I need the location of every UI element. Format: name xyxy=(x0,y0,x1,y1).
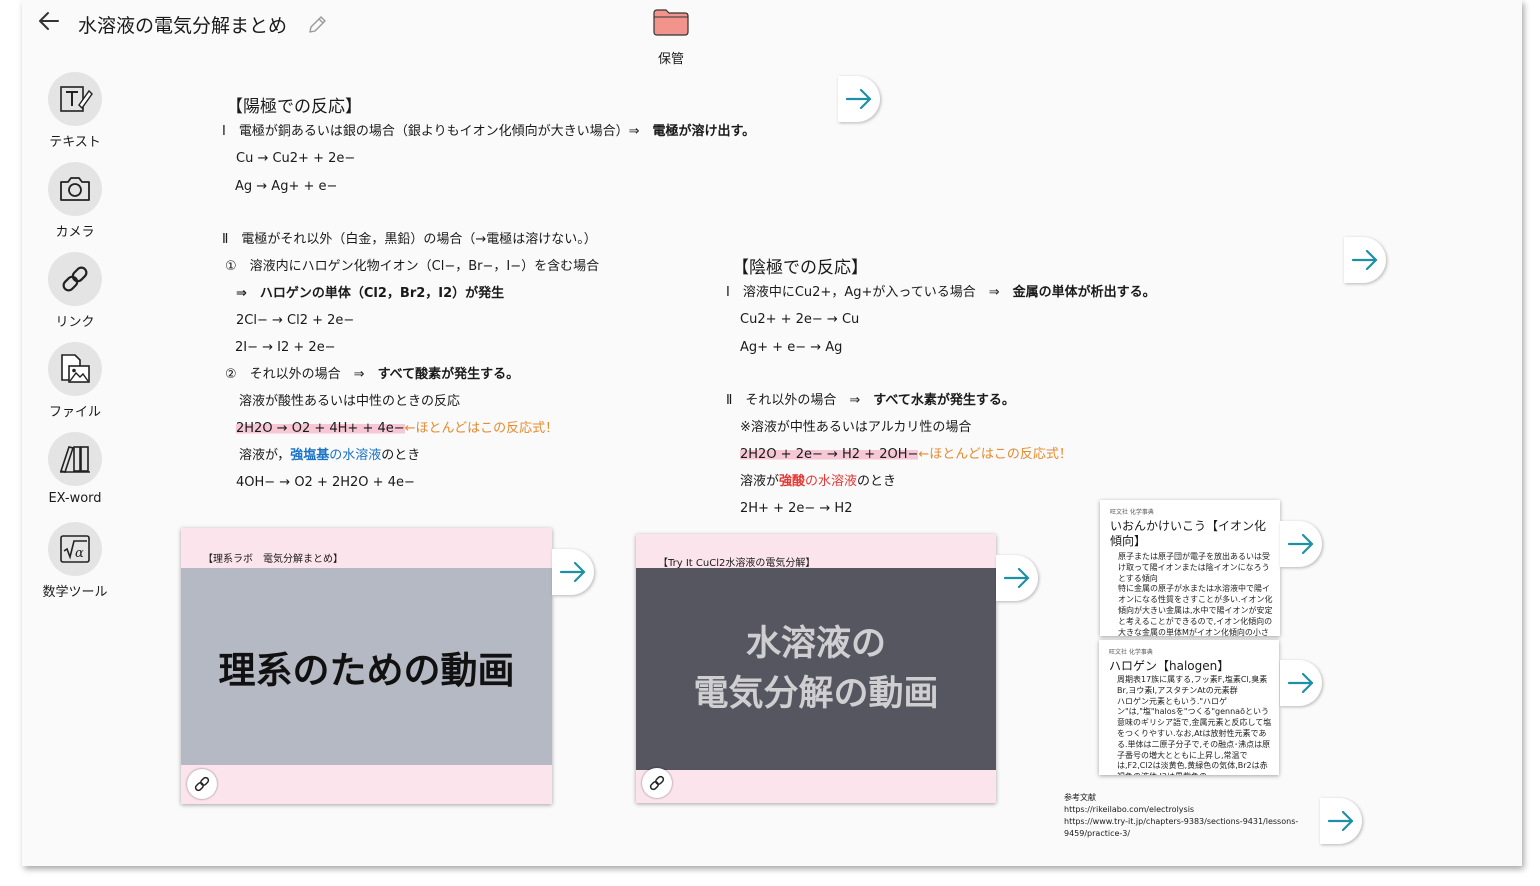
file-image-icon xyxy=(48,342,102,396)
tool-label: カメラ xyxy=(55,225,95,240)
link-button[interactable] xyxy=(187,769,217,799)
tool-label: EX-word xyxy=(48,491,102,506)
cathode-neutral-note[interactable]: ※溶液が中性あるいはアルカリ性の場合 xyxy=(740,420,971,435)
thumbnail-text: 水溶液の xyxy=(745,624,886,664)
anode-base-note[interactable]: 溶液が，強塩基の水溶液のとき xyxy=(239,448,420,463)
dictionary-card-ionization[interactable]: 旺文社 化学事典 いおんかけいこう【イオン化傾向】 原子または原子団が電子を放出… xyxy=(1100,500,1280,636)
tool-file[interactable]: ファイル xyxy=(40,342,110,420)
dictionary-icon xyxy=(48,432,102,486)
tool-label: ファイル xyxy=(48,405,101,420)
dictionary-card-halogen[interactable]: 旺文社 化学事典 ハロゲン【halogen】 周期表17族に属する,フッ素F,塩… xyxy=(1099,640,1279,775)
reference-url: https://rikeilabo.com/electrolysis xyxy=(1064,805,1195,814)
back-arrow-icon[interactable] xyxy=(36,8,62,34)
cathode-acid-note[interactable]: 溶液が強酸の水溶液のとき xyxy=(740,474,896,489)
reference-url: https://www.try-it.jp/chapters-9383/sect… xyxy=(1064,817,1299,826)
anode-heading[interactable]: 【陽極での反応】 xyxy=(226,92,362,117)
text-icon xyxy=(48,72,102,126)
anode-eq-water[interactable]: 2H2O → O2 + 4H+ + 4e−←ほとんどはこの反応式！ xyxy=(236,421,558,436)
anode-eq-i[interactable]: 2I− → I2 + 2e− xyxy=(235,340,336,355)
link-card-rikeilabo[interactable]: 【理系ラボ 電気分解まとめ】 理系のための動画 xyxy=(181,528,552,804)
thumbnail-text: 電気分解の動画 xyxy=(693,674,939,714)
reference-url: 9459/practice-3/ xyxy=(1064,829,1131,838)
cathode-heading[interactable]: 【陰極での反応】 xyxy=(732,253,868,278)
camera-icon xyxy=(48,162,102,216)
video-thumbnail[interactable]: 水溶液の 電気分解の動画 xyxy=(636,568,996,770)
arrow-right-icon xyxy=(1351,249,1378,271)
arrow-right-icon xyxy=(1327,810,1354,832)
folder-icon[interactable] xyxy=(653,8,689,36)
arrow-right-icon xyxy=(1003,567,1030,589)
anode-eq-cu[interactable]: Cu → Cu2+ + 2e− xyxy=(236,151,355,166)
edit-pencil-icon[interactable] xyxy=(306,14,328,36)
tool-label: テキスト xyxy=(49,135,101,150)
cathode-eq-h[interactable]: 2H+ + 2e− → H2 xyxy=(740,501,852,516)
arrow-right-icon xyxy=(1287,533,1314,555)
tool-link[interactable]: リンク xyxy=(40,252,110,330)
arrow-right-icon xyxy=(559,561,586,583)
link-card-tryit[interactable]: 【Try It CuCl2水溶液の電気分解】 水溶液の 電気分解の動画 xyxy=(636,534,996,803)
anode-halogen-result[interactable]: ⇒ ハロゲンの単体（Cl2，Br2，I2）が発生 xyxy=(236,286,504,301)
tool-label: 数学ツール xyxy=(42,585,108,600)
note-title[interactable]: 水溶液の電気分解まとめ xyxy=(78,11,287,38)
card-title: 【理系ラボ 電気分解まとめ】 xyxy=(203,554,343,565)
cathode-eq-ag[interactable]: Ag+ + e− → Ag xyxy=(740,340,842,355)
tool-exword[interactable]: EX-word xyxy=(40,432,110,506)
tool-camera[interactable]: カメラ xyxy=(40,162,110,240)
cathode-case-2[interactable]: Ⅱ それ以外の場合 ⇒ すべて水素が発生する。 xyxy=(726,393,1015,408)
tool-label: リンク xyxy=(55,315,95,330)
card-title: 【Try It CuCl2水溶液の電気分解】 xyxy=(658,558,816,569)
link-icon xyxy=(194,776,210,792)
math-tool-icon: α xyxy=(48,522,102,576)
arrow-right-icon xyxy=(845,88,872,110)
cathode-eq-cu[interactable]: Cu2+ + 2e− → Cu xyxy=(740,312,859,327)
dictionary-source: 旺文社 化学事典 xyxy=(1110,509,1154,516)
cathode-case-1[interactable]: Ⅰ 溶液中にCu2+，Ag+が入っている場合 ⇒ 金属の単体が析出する。 xyxy=(726,285,1156,300)
anode-eq-ag[interactable]: Ag → Ag+ + e− xyxy=(235,179,337,194)
dictionary-headword: ハロゲン【halogen】 xyxy=(1109,659,1230,673)
tool-math[interactable]: α 数学ツール xyxy=(40,522,110,600)
link-button[interactable] xyxy=(642,768,672,798)
anode-other-case[interactable]: ② それ以外の場合 ⇒ すべて酸素が発生する。 xyxy=(225,367,519,382)
svg-text:α: α xyxy=(75,546,84,561)
dictionary-source: 旺文社 化学事典 xyxy=(1109,649,1153,656)
link-icon xyxy=(48,252,102,306)
arrow-right-icon xyxy=(1287,672,1314,694)
folder-label[interactable]: 保管 xyxy=(640,48,702,67)
cathode-eq-water[interactable]: 2H2O + 2e− → H2 + 2OH−←ほとんどはこの反応式！ xyxy=(740,447,1072,462)
dictionary-definition: 原子または原子団が電子を放出あるいは受け取って陽イオンまたは陰イオンになろうとす… xyxy=(1118,552,1273,636)
dictionary-definition: 周期表17族に属する,フッ素F,塩素Cl,臭素Br,ヨウ素I,アスタチンAtの元… xyxy=(1117,675,1272,775)
anode-halide-case[interactable]: ① 溶液内にハロゲン化物イオン（Cl−，Br−，I−）を含む場合 xyxy=(225,259,599,274)
anode-case-1[interactable]: Ⅰ 電極が銅あるいは銀の場合（銀よりもイオン化傾向が大きい場合）⇒ 電極が溶け出… xyxy=(222,124,755,139)
anode-eq-cl[interactable]: 2Cl− → Cl2 + 2e− xyxy=(236,313,354,328)
video-thumbnail[interactable]: 理系のための動画 xyxy=(181,568,552,765)
references-block[interactable]: 参考文献 https://rikeilabo.com/electrolysis … xyxy=(1064,792,1298,840)
references-title: 参考文献 xyxy=(1064,793,1096,802)
anode-eq-oh[interactable]: 4OH− → O2 + 2H2O + 4e− xyxy=(236,475,415,490)
tool-text[interactable]: テキスト xyxy=(40,72,110,150)
link-icon xyxy=(649,775,665,791)
anode-acidic-note[interactable]: 溶液が酸性あるいは中性のときの反応 xyxy=(239,394,460,409)
anode-case-2[interactable]: Ⅱ 電極がそれ以外（白金，黒鉛）の場合（→電極は溶けない。） xyxy=(222,232,597,247)
thumbnail-text: 理系のための動画 xyxy=(218,648,515,692)
dictionary-headword: いおんかけいこう【イオン化傾向】 xyxy=(1110,519,1267,548)
